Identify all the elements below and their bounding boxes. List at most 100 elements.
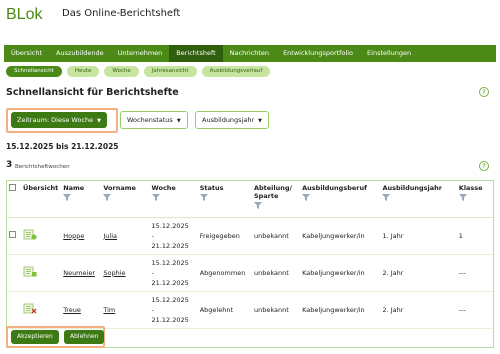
table-row[interactable]: Hoppe Julia 15.12.2025-21.12.2025 Freigegeb… (7, 217, 493, 255)
row-select-cell (7, 291, 22, 329)
chevron-down-icon: ▼ (176, 118, 181, 124)
column-header-4[interactable]: Status (197, 181, 252, 218)
column-header-label: Ausbildungsjahr (382, 184, 442, 192)
mainnav-item-2[interactable]: Unternehmen (111, 45, 170, 62)
help-icon[interactable]: ? (479, 161, 489, 171)
training-year-cell: 1. Jahr (380, 217, 457, 255)
main-navigation: Übersicht Auszubildende Unternehmen Bericht… (4, 45, 496, 62)
table-row[interactable]: Neumeier Sophie 15.12.2025-21.12.2025 Abgen… (7, 254, 493, 292)
mainnav-item-3[interactable]: Berichtsheft (169, 45, 223, 62)
column-header-2[interactable]: Vorname (101, 181, 150, 218)
column-header-label: Woche (151, 184, 176, 192)
mainnav-item-1[interactable]: Auszubildende (49, 45, 111, 62)
week-end: 21.12.2025 (151, 315, 189, 324)
ausbildungsjahr-dropdown[interactable]: Ausbildungsjahr ▼ (195, 111, 270, 129)
select-all-checkbox[interactable] (9, 184, 16, 191)
subnav-pill-2[interactable]: Woche (104, 66, 139, 77)
training-year-cell: 2. Jahr (380, 291, 457, 329)
mainnav-item-5[interactable]: Entwicklungsportfolio (276, 45, 360, 62)
class-cell: --- (456, 291, 493, 329)
svg-text:BLok: BLok (6, 6, 43, 22)
filter-icon[interactable] (302, 194, 311, 201)
zeitraum-dropdown[interactable]: Zeitraum: Diese Woche ▼ (11, 112, 108, 128)
mainnav-item-0[interactable]: Übersicht (4, 45, 49, 62)
vorname-cell: Julia (101, 217, 150, 255)
column-header-3[interactable]: Woche (149, 181, 198, 218)
app-header: BLok Das Online-Berichtsheft (0, 0, 500, 44)
week-separator: - (151, 231, 154, 240)
name-link[interactable]: Hoppe (63, 232, 84, 240)
filter-icon[interactable] (253, 202, 262, 209)
ausbildungsjahr-label: Ausbildungsjahr (202, 116, 255, 124)
profession-cell: Kabeljungwerker/in (300, 217, 381, 255)
subnav-pill-3[interactable]: Jahresansicht (143, 66, 197, 77)
reports-table: Übersicht Name Vorname Woche Status Abteilung… (6, 180, 494, 348)
department-cell: unbekannt (251, 291, 301, 329)
column-header-0[interactable]: Übersicht (21, 181, 62, 218)
status-cell: Abgenommen (197, 254, 252, 292)
column-header-6[interactable]: Ausbildungsberuf (300, 181, 381, 218)
week-start: 15.12.2025 (151, 221, 189, 230)
column-header-5[interactable]: Abteilung/ Sparte (251, 181, 301, 218)
profession-cell: Kabeljungwerker/in (300, 254, 381, 292)
week-cell: 15.12.2025-21.12.2025 (149, 254, 198, 292)
row-checkbox[interactable] (9, 231, 16, 238)
name-link[interactable]: Treue (63, 306, 81, 314)
overview-cell (21, 254, 62, 292)
week-end: 21.12.2025 (151, 278, 189, 287)
week-separator: - (151, 268, 154, 277)
subnav-pill-1[interactable]: Heute (66, 66, 100, 77)
vorname-link[interactable]: Julia (103, 232, 117, 240)
column-header-7[interactable]: Ausbildungsjahr (380, 181, 457, 218)
result-count-label: Berichtsheftwochen (15, 164, 70, 170)
result-count: 3 (6, 160, 13, 170)
page-title: Schnellansicht für Berichtshefte (6, 87, 179, 98)
sub-navigation: Schnellansicht Heute Woche Jahresansicht Aus… (6, 66, 271, 79)
wochenstatus-label: Wochenstatus (127, 116, 173, 124)
wochenstatus-dropdown[interactable]: Wochenstatus ▼ (120, 111, 188, 129)
filter-icon[interactable] (382, 194, 391, 201)
mainnav-item-4[interactable]: Nachrichten (223, 45, 276, 62)
chevron-down-icon: ▼ (97, 118, 102, 124)
vorname-cell: Tim (101, 291, 150, 329)
week-start: 15.12.2025 (151, 258, 189, 267)
vorname-link[interactable]: Sophie (103, 269, 125, 277)
column-header-8[interactable]: Klasse (456, 181, 493, 218)
class-cell: --- (456, 254, 493, 292)
report-submitted-icon[interactable] (23, 229, 37, 240)
table-row[interactable]: Treue Tim 15.12.2025-21.12.2025 Abgelehnt un… (7, 291, 493, 329)
filter-icon[interactable] (63, 194, 72, 201)
overview-cell (21, 217, 62, 255)
name-link[interactable]: Neumeier (63, 269, 95, 277)
column-header-label: Vorname (103, 184, 136, 192)
zeitraum-label: Zeitraum: Diese Woche (17, 116, 94, 124)
column-header-label: Abteilung/ Sparte (253, 184, 292, 200)
report-accepted-icon[interactable] (23, 266, 37, 277)
subnav-pill-0[interactable]: Schnellansicht (6, 66, 62, 77)
report-rejected-icon[interactable] (23, 303, 37, 314)
mainnav-item-6[interactable]: Einstellungen (360, 45, 418, 62)
accept-button[interactable]: Akzeptieren (11, 330, 59, 344)
help-icon[interactable]: ? (479, 87, 489, 97)
name-cell: Hoppe (61, 217, 102, 255)
department-cell: unbekannt (251, 217, 301, 255)
select-all-header (7, 181, 22, 218)
row-select-cell (7, 254, 22, 292)
chevron-down-icon: ▼ (258, 118, 263, 124)
subnav-pill-4[interactable]: Ausbildungsverlauf (201, 66, 271, 77)
filter-icon[interactable] (151, 194, 160, 201)
department-cell: unbekannt (251, 254, 301, 292)
vorname-link[interactable]: Tim (103, 306, 115, 314)
filter-icon[interactable] (103, 194, 112, 201)
row-select-cell (7, 217, 22, 255)
week-end: 21.12.2025 (151, 241, 189, 250)
week-start: 15.12.2025 (151, 295, 189, 304)
date-range: 15.12.2025 bis 21.12.2025 (6, 142, 119, 151)
filter-icon[interactable] (199, 194, 208, 201)
reject-button[interactable]: Ablehnen (64, 330, 105, 344)
column-header-1[interactable]: Name (61, 181, 102, 218)
column-header-label: Übersicht (23, 184, 59, 192)
table-header-row: Übersicht Name Vorname Woche Status Abteilung… (7, 181, 493, 218)
filter-icon[interactable] (458, 194, 467, 201)
blok-logo[interactable]: BLok (6, 5, 56, 22)
